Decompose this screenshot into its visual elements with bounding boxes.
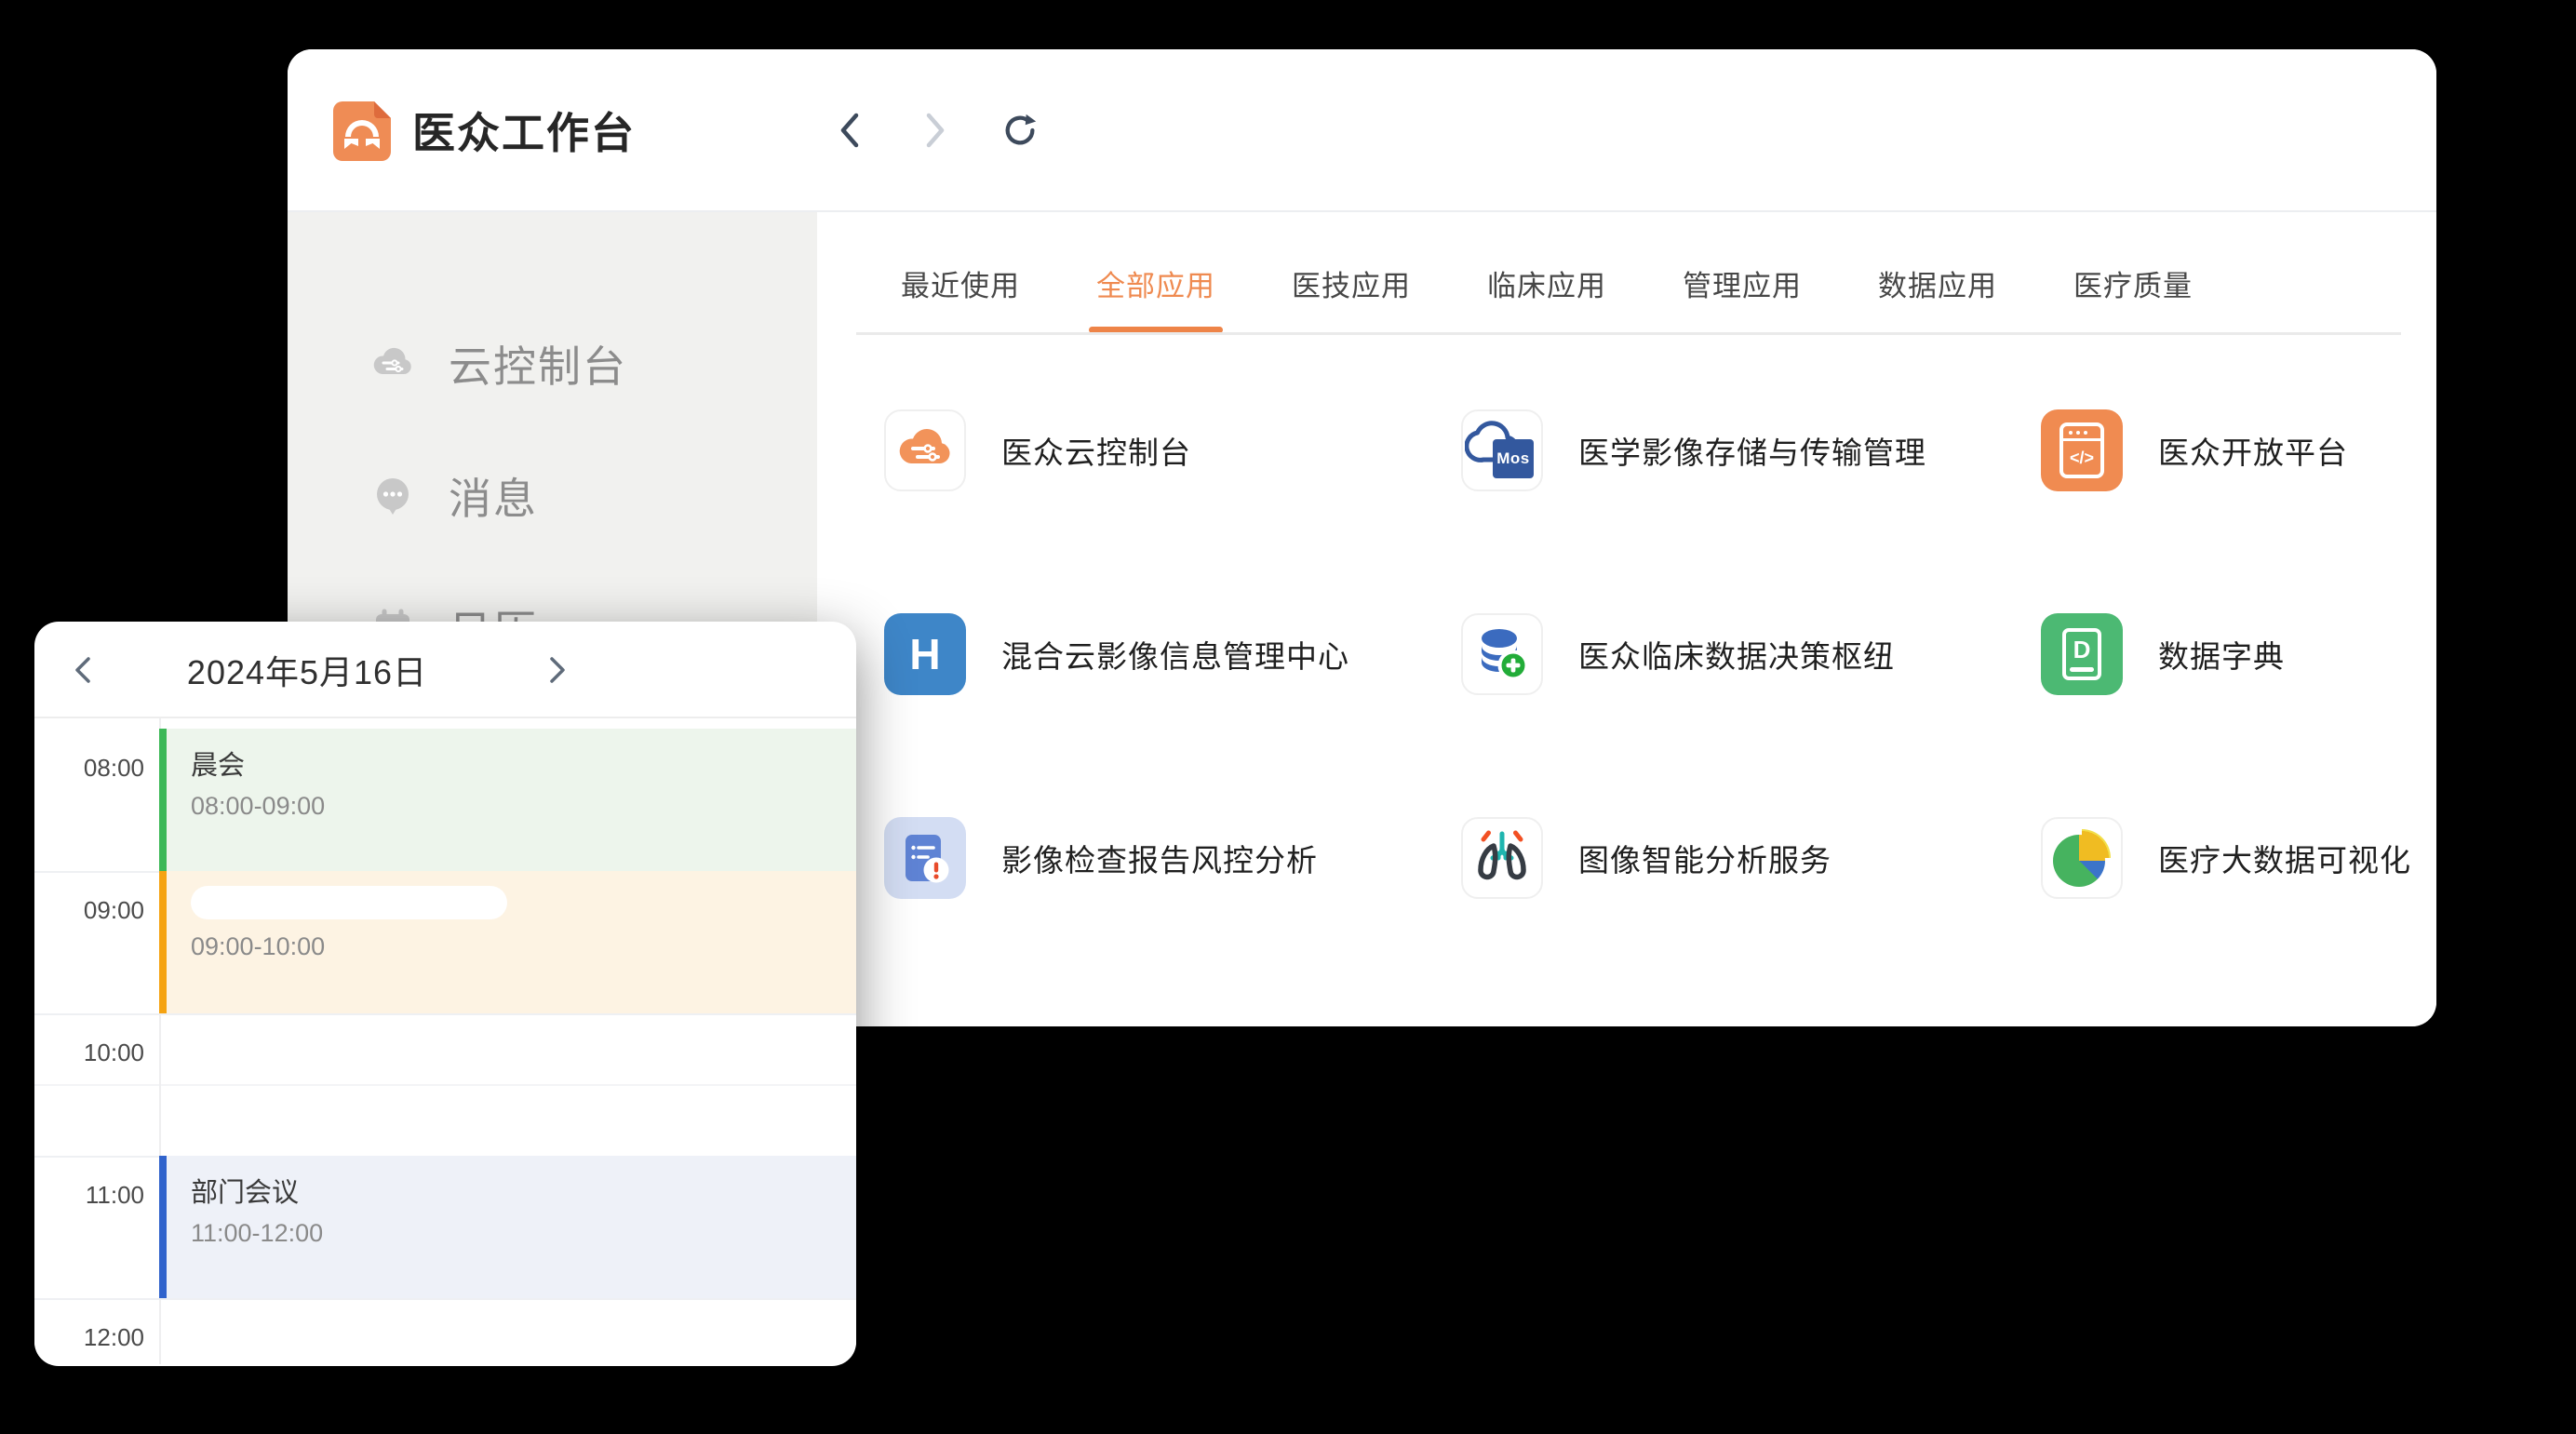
book-glyph: D: [2062, 628, 2101, 680]
sidebar-item-cloud-console[interactable]: 云控制台: [288, 334, 817, 394]
calendar-event-redacted[interactable]: 09:00-10:00: [159, 871, 856, 1013]
back-button[interactable]: [831, 112, 868, 149]
lungs-analysis-icon: [1461, 817, 1543, 899]
event-time: 11:00-12:00: [191, 1219, 856, 1248]
clinical-database-plus-icon: [1461, 613, 1543, 695]
event-title: 晨会: [191, 744, 856, 783]
d-letter: D: [2073, 636, 2091, 664]
app-label: 医众临床数据决策枢纽: [1578, 632, 1895, 677]
app-logo-icon: [333, 101, 391, 161]
sidebar-item-label: 云控制台: [449, 333, 627, 395]
calendar-event-department-meeting[interactable]: 部门会议 11:00-12:00: [159, 1156, 856, 1298]
app-image-ai-analysis[interactable]: 图像智能分析服务: [1461, 817, 2019, 899]
hour-line: [34, 1298, 856, 1300]
app-clinical-data-hub[interactable]: 医众临床数据决策枢纽: [1461, 613, 2019, 695]
app-label: 影像检查报告风控分析: [1001, 836, 1318, 880]
app-big-data-visualization[interactable]: 医疗大数据可视化: [2041, 817, 2436, 899]
desktop-background: 医众工作台: [0, 0, 2576, 1434]
time-label: 10:00: [34, 1039, 144, 1067]
calendar-header: 2024年5月16日: [34, 622, 856, 718]
app-report-risk-analysis[interactable]: 影像检查报告风控分析: [884, 817, 1442, 899]
cloud-console-icon: [371, 342, 414, 385]
tab-recent[interactable]: 最近使用: [901, 233, 1020, 333]
message-bubble-icon: [371, 475, 414, 517]
mos-badge: Mos: [1493, 439, 1534, 478]
app-label: 医众云控制台: [1001, 428, 1191, 473]
h-letter: H: [909, 629, 940, 679]
app-hybrid-cloud-center[interactable]: H 混合云影像信息管理中心: [884, 613, 1442, 695]
app-cloud-console[interactable]: 医众云控制台: [884, 409, 1442, 491]
sidebar-item-label: 消息: [449, 465, 538, 527]
forward-button[interactable]: [917, 112, 954, 149]
calendar-prev-button[interactable]: [62, 622, 103, 718]
calendar-panel: 2024年5月16日 08:00 09:00 10:00 11:00 12:00…: [34, 622, 856, 1366]
blue-cloud-mos-icon: Mos: [1461, 409, 1543, 491]
tab-clinical-apps[interactable]: 临床应用: [1487, 233, 1606, 333]
calendar-date-label: 2024年5月16日: [118, 622, 496, 718]
event-title-redacted: [191, 886, 507, 919]
tab-all-apps[interactable]: 全部应用: [1096, 233, 1215, 333]
report-risk-alert-icon: [884, 817, 966, 899]
tab-bar: 最近使用 全部应用 医技应用 临床应用 管理应用 数据应用 医疗质量: [901, 233, 2193, 333]
calendar-next-button[interactable]: [537, 622, 578, 718]
app-label: 医众开放平台: [2158, 428, 2348, 473]
half-hour-line: [34, 1084, 856, 1086]
window-title: 医众工作台: [412, 49, 636, 210]
app-label: 医疗大数据可视化: [2158, 836, 2411, 880]
hour-line: [34, 1013, 856, 1015]
window-header: 医众工作台: [288, 49, 2436, 212]
pie-chart-icon: [2041, 817, 2123, 899]
event-time: 09:00-10:00: [191, 932, 856, 961]
hybrid-cloud-h-icon: H: [884, 613, 966, 695]
open-platform-code-icon: </>: [2041, 409, 2123, 491]
data-dictionary-book-icon: D: [2041, 613, 2123, 695]
time-label: 09:00: [34, 896, 144, 925]
event-time: 08:00-09:00: [191, 792, 856, 821]
app-label: 混合云影像信息管理中心: [1001, 632, 1349, 677]
app-label: 数据字典: [2158, 632, 2285, 677]
refresh-button[interactable]: [1002, 112, 1040, 149]
calendar-day-grid: 08:00 09:00 10:00 11:00 12:00 晨会 08:00-0…: [34, 718, 856, 1364]
content-area: 最近使用 全部应用 医技应用 临床应用 管理应用 数据应用 医疗质量: [817, 212, 2436, 1026]
tab-medtech-apps[interactable]: 医技应用: [1292, 233, 1411, 333]
event-title: 部门会议: [191, 1171, 856, 1210]
app-label: 医学影像存储与传输管理: [1578, 428, 1926, 473]
tab-data-apps[interactable]: 数据应用: [1878, 233, 1997, 333]
app-open-platform[interactable]: </> 医众开放平台: [2041, 409, 2436, 491]
app-label: 图像智能分析服务: [1578, 836, 1831, 880]
time-label: 11:00: [34, 1181, 144, 1210]
browser-window-glyph: </>: [2059, 422, 2104, 478]
pie-glyph: [2053, 829, 2111, 887]
calendar-event-morning-meeting[interactable]: 晨会 08:00-09:00: [159, 729, 856, 871]
sidebar-item-messages[interactable]: 消息: [288, 466, 817, 526]
tab-medical-quality[interactable]: 医疗质量: [2073, 233, 2193, 333]
code-glyph: </>: [2070, 441, 2094, 475]
time-label: 08:00: [34, 754, 144, 783]
browser-nav: [831, 49, 1040, 210]
orange-cloud-settings-icon: [884, 409, 966, 491]
app-data-dictionary[interactable]: D 数据字典: [2041, 613, 2436, 695]
tab-management-apps[interactable]: 管理应用: [1683, 233, 1802, 333]
time-label: 12:00: [34, 1323, 144, 1352]
tab-divider: [856, 332, 2401, 335]
app-imaging-storage[interactable]: Mos 医学影像存储与传输管理: [1461, 409, 2019, 491]
